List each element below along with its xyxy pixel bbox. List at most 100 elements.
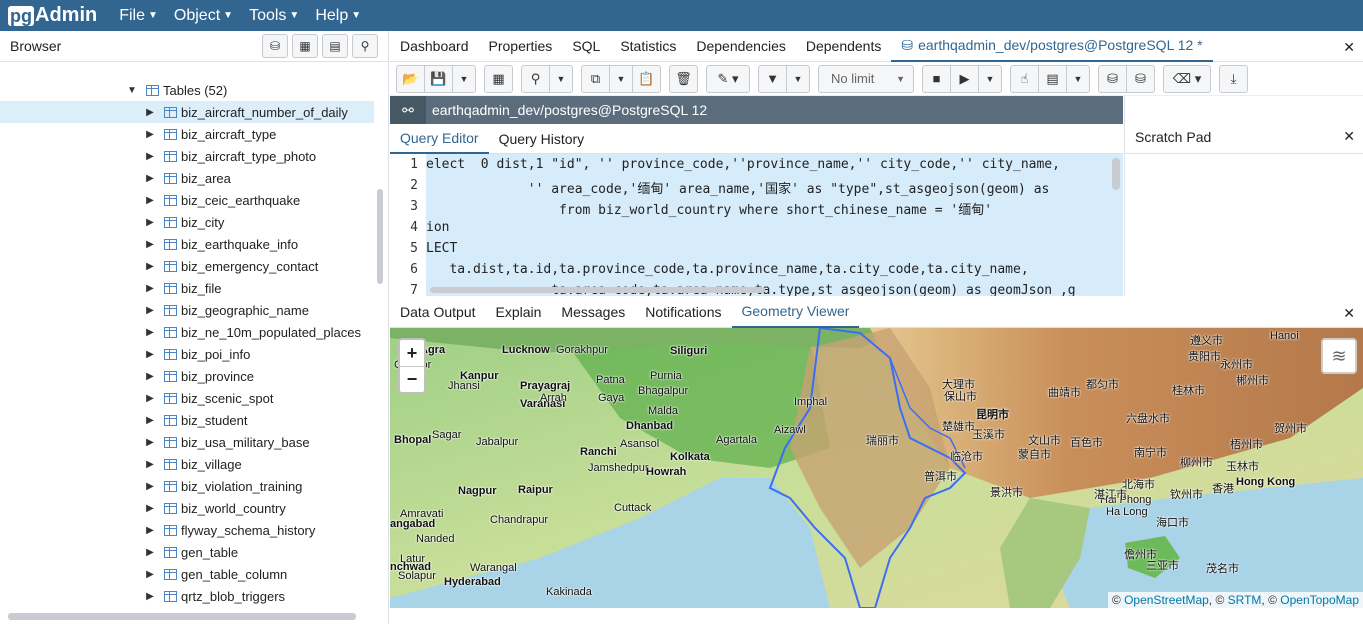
editor-vertical-scrollbar[interactable] xyxy=(1112,158,1120,190)
tree-item-table[interactable]: ▶ biz_student xyxy=(0,409,374,431)
chevron-right-icon[interactable]: ▶ xyxy=(142,437,158,448)
chevron-right-icon[interactable]: ▶ xyxy=(142,591,158,602)
chevron-right-icon[interactable]: ▶ xyxy=(142,525,158,536)
tree-item-table[interactable]: ▶ biz_aircraft_type xyxy=(0,123,374,145)
chevron-right-icon[interactable]: ▶ xyxy=(142,107,158,118)
tab-explain[interactable]: Explain xyxy=(486,297,552,328)
browser-horizontal-scrollbar[interactable] xyxy=(8,613,356,620)
osm-link[interactable]: OpenStreetMap xyxy=(1124,593,1209,607)
tree-item-table[interactable]: ▶ gen_table_column xyxy=(0,563,374,585)
chevron-right-icon[interactable]: ▶ xyxy=(142,327,158,338)
paste-button[interactable]: 📋 xyxy=(632,64,661,93)
find-button[interactable]: ⚲ xyxy=(521,64,550,93)
chevron-right-icon[interactable]: ▶ xyxy=(142,569,158,580)
explain-dropdown-button[interactable]: ▼ xyxy=(1066,64,1090,93)
tree-item-table[interactable]: ▶ biz_aircraft_number_of_daily xyxy=(0,101,374,123)
execute-dropdown-button[interactable]: ▼ xyxy=(978,64,1002,93)
opentopomap-link[interactable]: OpenTopoMap xyxy=(1280,593,1359,607)
explain-button[interactable]: ☝ xyxy=(1010,64,1039,93)
row-limit-select[interactable]: No limit ▼ xyxy=(818,64,914,93)
tab-dashboard[interactable]: Dashboard xyxy=(390,31,479,62)
tree-item-table[interactable]: ▶ gen_table xyxy=(0,541,374,563)
save-dropdown-button[interactable]: ▼ xyxy=(452,64,476,93)
chevron-right-icon[interactable]: ▶ xyxy=(142,129,158,140)
tab-query-tool[interactable]: ⛁ earthqadmin_dev/postgres@PostgreSQL 12 … xyxy=(891,31,1213,62)
chevron-right-icon[interactable]: ▶ xyxy=(142,459,158,470)
zoom-in-button[interactable]: + xyxy=(400,340,424,366)
explain-analyze-button[interactable]: ▤ xyxy=(1038,64,1067,93)
tree-item-table[interactable]: ▶ biz_city xyxy=(0,211,374,233)
tree-item-table[interactable]: ▶ biz_poi_info xyxy=(0,343,374,365)
chevron-right-icon[interactable]: ▶ xyxy=(142,195,158,206)
editor-horizontal-scrollbar[interactable] xyxy=(430,287,765,293)
tree-node-tables[interactable]: ▼ Tables (52) xyxy=(0,79,374,101)
browser-vertical-scrollbar[interactable] xyxy=(377,189,383,284)
chevron-right-icon[interactable]: ▶ xyxy=(142,481,158,492)
filter-rows-button[interactable]: ▤ xyxy=(322,34,348,58)
zoom-out-button[interactable]: − xyxy=(400,366,424,392)
download-button[interactable]: ⤓ xyxy=(1219,64,1248,93)
chevron-right-icon[interactable]: ▶ xyxy=(142,239,158,250)
menu-file[interactable]: File ▼ xyxy=(119,7,158,25)
tab-dependents[interactable]: Dependents xyxy=(796,31,892,62)
clear-button[interactable]: ⌫ ▾ xyxy=(1163,64,1211,93)
menu-tools[interactable]: Tools ▼ xyxy=(249,7,299,25)
filter-dropdown-button[interactable]: ▼ xyxy=(786,64,810,93)
chevron-right-icon[interactable]: ▶ xyxy=(142,151,158,162)
edit-button[interactable]: ✎ ▾ xyxy=(706,64,750,93)
close-icon[interactable]: ✕ xyxy=(1343,305,1355,322)
chevron-right-icon[interactable]: ▶ xyxy=(142,371,158,382)
chevron-right-icon[interactable]: ▶ xyxy=(142,415,158,426)
tree-item-table[interactable]: ▶ flyway_schema_history xyxy=(0,519,374,541)
layers-button[interactable]: ≋ xyxy=(1321,338,1357,374)
tree-item-table[interactable]: ▶ biz_earthquake_info xyxy=(0,233,374,255)
tab-messages[interactable]: Messages xyxy=(551,297,635,328)
tab-query-editor[interactable]: Query Editor xyxy=(390,124,489,154)
tab-data-output[interactable]: Data Output xyxy=(390,297,486,328)
tree-item-table[interactable]: ▶ biz_usa_military_base xyxy=(0,431,374,453)
chevron-right-icon[interactable]: ▶ xyxy=(142,547,158,558)
copy-dropdown-button[interactable]: ▼ xyxy=(609,64,633,93)
rollback-button[interactable]: ⛁ xyxy=(1126,64,1155,93)
tab-sql[interactable]: SQL xyxy=(562,31,610,62)
chevron-right-icon[interactable]: ▶ xyxy=(142,261,158,272)
tree-item-table[interactable]: ▶ biz_ceic_earthquake xyxy=(0,189,374,211)
delete-button[interactable]: 🗑 xyxy=(669,64,698,93)
menu-help[interactable]: Help ▼ xyxy=(315,7,361,25)
tab-notifications[interactable]: Notifications xyxy=(635,297,731,328)
filter-button[interactable]: ▼ xyxy=(758,64,787,93)
tab-statistics[interactable]: Statistics xyxy=(610,31,686,62)
tree-item-table[interactable]: ▶ biz_scenic_spot xyxy=(0,387,374,409)
close-tab-icon[interactable]: ✕ xyxy=(1343,39,1355,56)
tree-item-table[interactable]: ▶ biz_aircraft_type_photo xyxy=(0,145,374,167)
tab-query-history[interactable]: Query History xyxy=(489,124,595,154)
chevron-right-icon[interactable]: ▶ xyxy=(142,283,158,294)
database-icon-button[interactable]: ⛁ xyxy=(262,34,288,58)
search-objects-button[interactable]: ⚲ xyxy=(352,34,378,58)
chevron-right-icon[interactable]: ▶ xyxy=(142,305,158,316)
tree-item-table[interactable]: ▶ biz_world_country xyxy=(0,497,374,519)
menu-object[interactable]: Object ▼ xyxy=(174,7,233,25)
chevron-right-icon[interactable]: ▶ xyxy=(142,349,158,360)
chevron-right-icon[interactable]: ▶ xyxy=(142,393,158,404)
srtm-link[interactable]: SRTM xyxy=(1228,593,1262,607)
table-grid-button[interactable]: ▦ xyxy=(292,34,318,58)
tree-item-table[interactable]: ▶ biz_violation_training xyxy=(0,475,374,497)
sql-editor[interactable]: 1 2 3 4 5 6 7 elect 0 dist,1 "id", '' province… xyxy=(390,154,1123,296)
tree-item-table[interactable]: ▶ qrtz_blob_triggers xyxy=(0,585,374,607)
close-icon[interactable]: ✕ xyxy=(1343,128,1355,145)
tree-item-table[interactable]: ▶ biz_village xyxy=(0,453,374,475)
stop-button[interactable]: ■ xyxy=(922,64,951,93)
chevron-right-icon[interactable]: ▶ xyxy=(142,217,158,228)
open-file-button[interactable]: 📂 xyxy=(396,64,425,93)
connection-status-icon[interactable]: ⚯ xyxy=(390,96,426,124)
copy-button[interactable]: ⧉ xyxy=(581,64,610,93)
chevron-right-icon[interactable]: ▶ xyxy=(142,503,158,514)
tree-item-table[interactable]: ▶ biz_area xyxy=(0,167,374,189)
tree-item-table[interactable]: ▶ biz_emergency_contact xyxy=(0,255,374,277)
chevron-right-icon[interactable]: ▶ xyxy=(142,173,158,184)
edit-data-button[interactable]: ▦ xyxy=(484,64,513,93)
tree-item-table[interactable]: ▶ biz_ne_10m_populated_places xyxy=(0,321,374,343)
save-button[interactable]: 💾 xyxy=(424,64,453,93)
find-dropdown-button[interactable]: ▼ xyxy=(549,64,573,93)
